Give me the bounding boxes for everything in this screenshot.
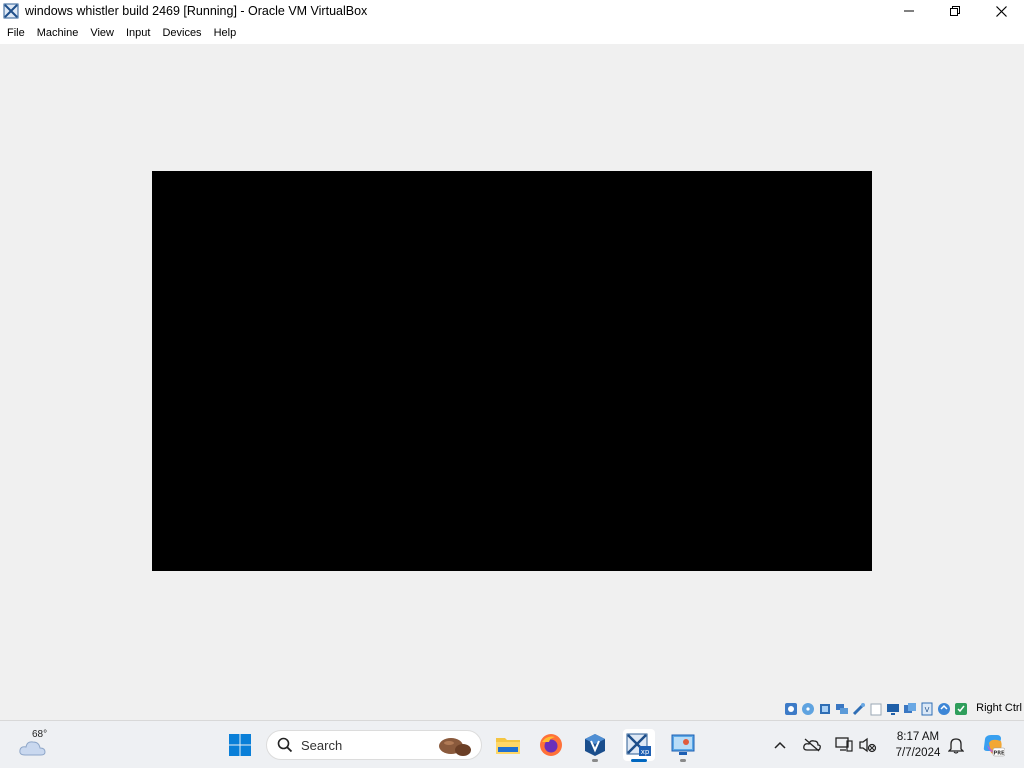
cloudy-weather-icon [19,741,46,756]
network-icon [835,737,853,752]
status-indicators: V [783,701,968,717]
tray-network[interactable] [834,735,854,755]
audio-icon[interactable] [817,702,832,717]
svg-text:PRE: PRE [994,751,1005,757]
menu-bar: File Machine View Input Devices Help [0,22,1024,44]
taskbar-clock[interactable]: 8:17 AM 7/7/2024 [886,729,950,761]
clock-date: 7/7/2024 [895,747,941,759]
taskbar-firefox[interactable] [535,729,567,761]
recording-icon[interactable] [902,702,917,717]
menu-view[interactable]: View [84,22,120,44]
taskbar-file-explorer[interactable] [492,729,524,761]
hard-disk-icon[interactable] [783,702,798,717]
remote-desktop-icon [671,734,695,755]
menu-input[interactable]: Input [120,22,156,44]
minimize-button[interactable] [886,0,932,22]
menu-machine[interactable]: Machine [31,22,85,44]
taskbar-search[interactable]: Search [266,730,482,760]
shared-folders-icon[interactable] [868,702,883,717]
mouse-integration-icon[interactable] [936,702,951,717]
virtualbox-icon [585,734,605,756]
virtualbox-vm-xp-icon: xp [626,733,651,756]
chevron-up-icon [774,741,786,749]
host-key-label: Right Ctrl [976,702,1022,714]
taskbar-remote-desktop[interactable] [667,729,699,762]
running-indicator [680,759,686,762]
window-controls [886,0,1024,22]
restore-button[interactable] [932,0,978,22]
cpu-icon[interactable]: V [919,702,934,717]
firefox-icon [540,734,562,756]
copilot-icon: PRE [983,735,1005,757]
weather-temperature: 68° [32,729,48,740]
display-icon[interactable] [885,702,900,717]
svg-text:V: V [924,706,929,714]
tray-volume[interactable] [858,735,878,755]
close-icon [995,5,1007,17]
volume-muted-icon [859,737,877,753]
running-indicator [592,759,598,762]
vm-display[interactable] [152,171,872,571]
usb-icon[interactable] [851,702,866,717]
notification-button[interactable] [946,735,966,755]
tray-onedrive[interactable] [802,735,822,755]
file-explorer-icon [496,738,520,754]
copilot-button[interactable]: PRE [980,732,1006,758]
window-title: windows whistler build 2469 [Running] - … [25,4,368,18]
active-indicator [631,759,647,762]
restore-icon [950,6,960,16]
title-bar: windows whistler build 2469 [Running] - … [0,0,1024,22]
svg-text:xp: xp [641,748,650,756]
taskbar-virtualbox[interactable] [579,729,611,762]
windows-start-icon [229,734,251,756]
bell-icon [948,738,964,754]
show-hidden-icons-button[interactable] [770,735,790,755]
menu-help[interactable]: Help [208,22,243,44]
taskbar-vm-window[interactable]: xp [623,729,655,762]
taskbar: 68° Search xp 8:17 AM 7/7/2024 PRE [0,720,1024,768]
start-button[interactable] [224,729,256,761]
search-icon [277,737,293,753]
onedrive-offline-icon [803,738,821,752]
status-bar: V Right Ctrl [0,698,1024,720]
clock-time: 8:17 AM [896,731,940,743]
menu-file[interactable]: File [1,22,31,44]
search-highlight-icon [439,738,471,756]
network-icon[interactable] [834,702,849,717]
close-button[interactable] [978,0,1024,22]
minimize-icon [904,10,914,12]
search-placeholder: Search [301,737,343,753]
optical-drive-icon[interactable] [800,702,815,717]
virtualbox-vm-icon[interactable] [2,2,20,20]
keyboard-icon[interactable] [953,702,968,717]
menu-devices[interactable]: Devices [156,22,207,44]
